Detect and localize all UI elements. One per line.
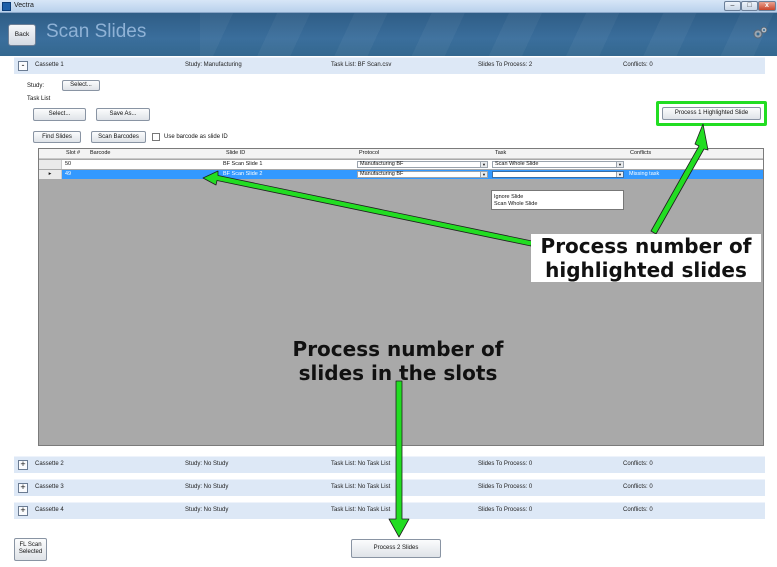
column-barcode[interactable]: Barcode <box>90 149 111 158</box>
slides-grid: Slot # Barcode Slide ID Protocol Task Co… <box>38 148 764 446</box>
expand-toggle[interactable]: + <box>18 506 28 516</box>
maximize-button[interactable]: □ <box>741 1 758 11</box>
cassette-task-list: Task List: No Task List <box>331 484 391 490</box>
cassette-study: Study: No Study <box>185 461 229 467</box>
cassette-conflicts: Conflicts: 0 <box>623 62 653 68</box>
column-task[interactable]: Task <box>495 149 506 158</box>
cassette-conflicts: Conflicts: 0 <box>623 507 653 513</box>
protocol-dropdown[interactable]: Manufacturing BF ▼ <box>357 171 488 178</box>
callout-slots: Process number of slides in the slots <box>292 337 504 385</box>
task-dropdown[interactable]: ▼ <box>492 171 624 178</box>
conflicts-cell: Missing task <box>629 171 660 177</box>
barcode-cell[interactable] <box>89 160 219 169</box>
study-label: Study: <box>27 83 45 89</box>
task-option[interactable]: Ignore Slide <box>494 194 523 200</box>
protocol-value: Manufacturing BF <box>360 171 404 177</box>
cassette-study: Study: Manufacturing <box>185 62 242 68</box>
find-slides-button[interactable]: Find Slides <box>33 131 81 143</box>
minimize-button[interactable]: – <box>724 1 741 11</box>
cassette-slides-to-process: Slides To Process: 2 <box>478 62 533 68</box>
collapse-toggle[interactable]: - <box>18 61 28 71</box>
use-barcode-label: Use barcode as slide ID <box>164 134 228 140</box>
chevron-down-icon[interactable]: ▼ <box>616 172 623 177</box>
protocol-value: Manufacturing BF <box>360 161 404 167</box>
back-button[interactable]: Back <box>8 24 36 46</box>
cassette-task-list: Task List: BF Scan.csv <box>331 62 392 68</box>
process-highlighted-button[interactable]: Process 1 Highlighted Slide <box>662 107 761 120</box>
cassette-study: Study: No Study <box>185 484 229 490</box>
protocol-dropdown[interactable]: Manufacturing BF ▼ <box>357 161 488 168</box>
app-icon <box>2 2 11 11</box>
task-option[interactable]: Scan Whole Slide <box>494 201 537 207</box>
chevron-down-icon[interactable]: ▼ <box>480 172 487 177</box>
cassette-conflicts: Conflicts: 0 <box>623 484 653 490</box>
task-select-button[interactable]: Select... <box>33 108 86 121</box>
use-barcode-checkbox[interactable] <box>152 133 160 141</box>
column-protocol[interactable]: Protocol <box>359 149 379 158</box>
window-title-bar <box>0 0 777 13</box>
fl-scan-selected-button[interactable]: FL Scan Selected <box>14 538 47 561</box>
slide-id-cell[interactable]: BF Scan Slide 2 <box>223 170 262 179</box>
grid-header: Slot # Barcode Slide ID Protocol Task Co… <box>39 149 763 159</box>
expand-toggle[interactable]: + <box>18 483 28 493</box>
column-conflicts[interactable]: Conflicts <box>630 149 651 158</box>
cassette-name: Cassette 3 <box>35 484 64 490</box>
task-value: Scan Whole Slide <box>495 161 539 167</box>
cassette-row: + Cassette 4 Study: No Study Task List: … <box>14 502 765 519</box>
row-indicator: ▸ <box>39 170 62 179</box>
scan-barcodes-button[interactable]: Scan Barcodes <box>91 131 146 143</box>
cassette-slides-to-process: Slides To Process: 0 <box>478 507 533 513</box>
cassette-study: Study: No Study <box>185 507 229 513</box>
cassette-slides-to-process: Slides To Process: 0 <box>478 461 533 467</box>
cassette-task-list: Task List: No Task List <box>331 461 391 467</box>
task-options-list: Ignore Slide Scan Whole Slide <box>491 190 624 210</box>
chevron-down-icon[interactable]: ▼ <box>480 162 487 167</box>
gear-icon[interactable] <box>752 25 768 41</box>
cassette-name: Cassette 4 <box>35 507 64 513</box>
slot-cell: 49 <box>65 171 72 177</box>
cassette-row: + Cassette 2 Study: No Study Task List: … <box>14 456 765 473</box>
table-row-selected[interactable]: ▸ 49 BF Scan Slide 2 Manufacturing BF ▼ … <box>39 170 763 179</box>
expand-toggle[interactable]: + <box>18 460 28 470</box>
table-row[interactable]: 50 BF Scan Slide 1 Manufacturing BF ▼ Sc… <box>39 160 763 169</box>
process-slides-button[interactable]: Process 2 Slides <box>351 539 441 558</box>
window-title: Vectra <box>14 2 34 9</box>
chevron-down-icon[interactable]: ▼ <box>616 162 623 167</box>
cassette-task-list: Task List: No Task List <box>331 507 391 513</box>
cassette-slides-to-process: Slides To Process: 0 <box>478 484 533 490</box>
slot-cell: 50 <box>65 161 72 167</box>
cassette-name: Cassette 1 <box>35 62 64 68</box>
close-button[interactable]: x <box>758 1 776 11</box>
slide-id-cell[interactable]: BF Scan Slide 1 <box>223 160 262 169</box>
callout-highlighted: Process number of highlighted slides <box>531 234 761 282</box>
barcode-cell[interactable] <box>89 170 219 179</box>
study-select-button[interactable]: Select... <box>62 80 100 91</box>
header-decoration <box>200 13 777 56</box>
cassette-row: - Cassette 1 Study: Manufacturing Task L… <box>14 57 765 74</box>
row-indicator <box>39 160 62 169</box>
cassette-conflicts: Conflicts: 0 <box>623 461 653 467</box>
task-dropdown[interactable]: Scan Whole Slide ▼ <box>492 161 624 168</box>
column-slot[interactable]: Slot # <box>66 149 80 158</box>
task-list-label: Task List <box>27 96 51 102</box>
page-title: Scan Slides <box>46 21 147 42</box>
save-as-button[interactable]: Save As... <box>96 108 150 121</box>
cassette-name: Cassette 2 <box>35 461 64 467</box>
column-slide-id[interactable]: Slide ID <box>226 149 245 158</box>
cassette-row: + Cassette 3 Study: No Study Task List: … <box>14 479 765 496</box>
